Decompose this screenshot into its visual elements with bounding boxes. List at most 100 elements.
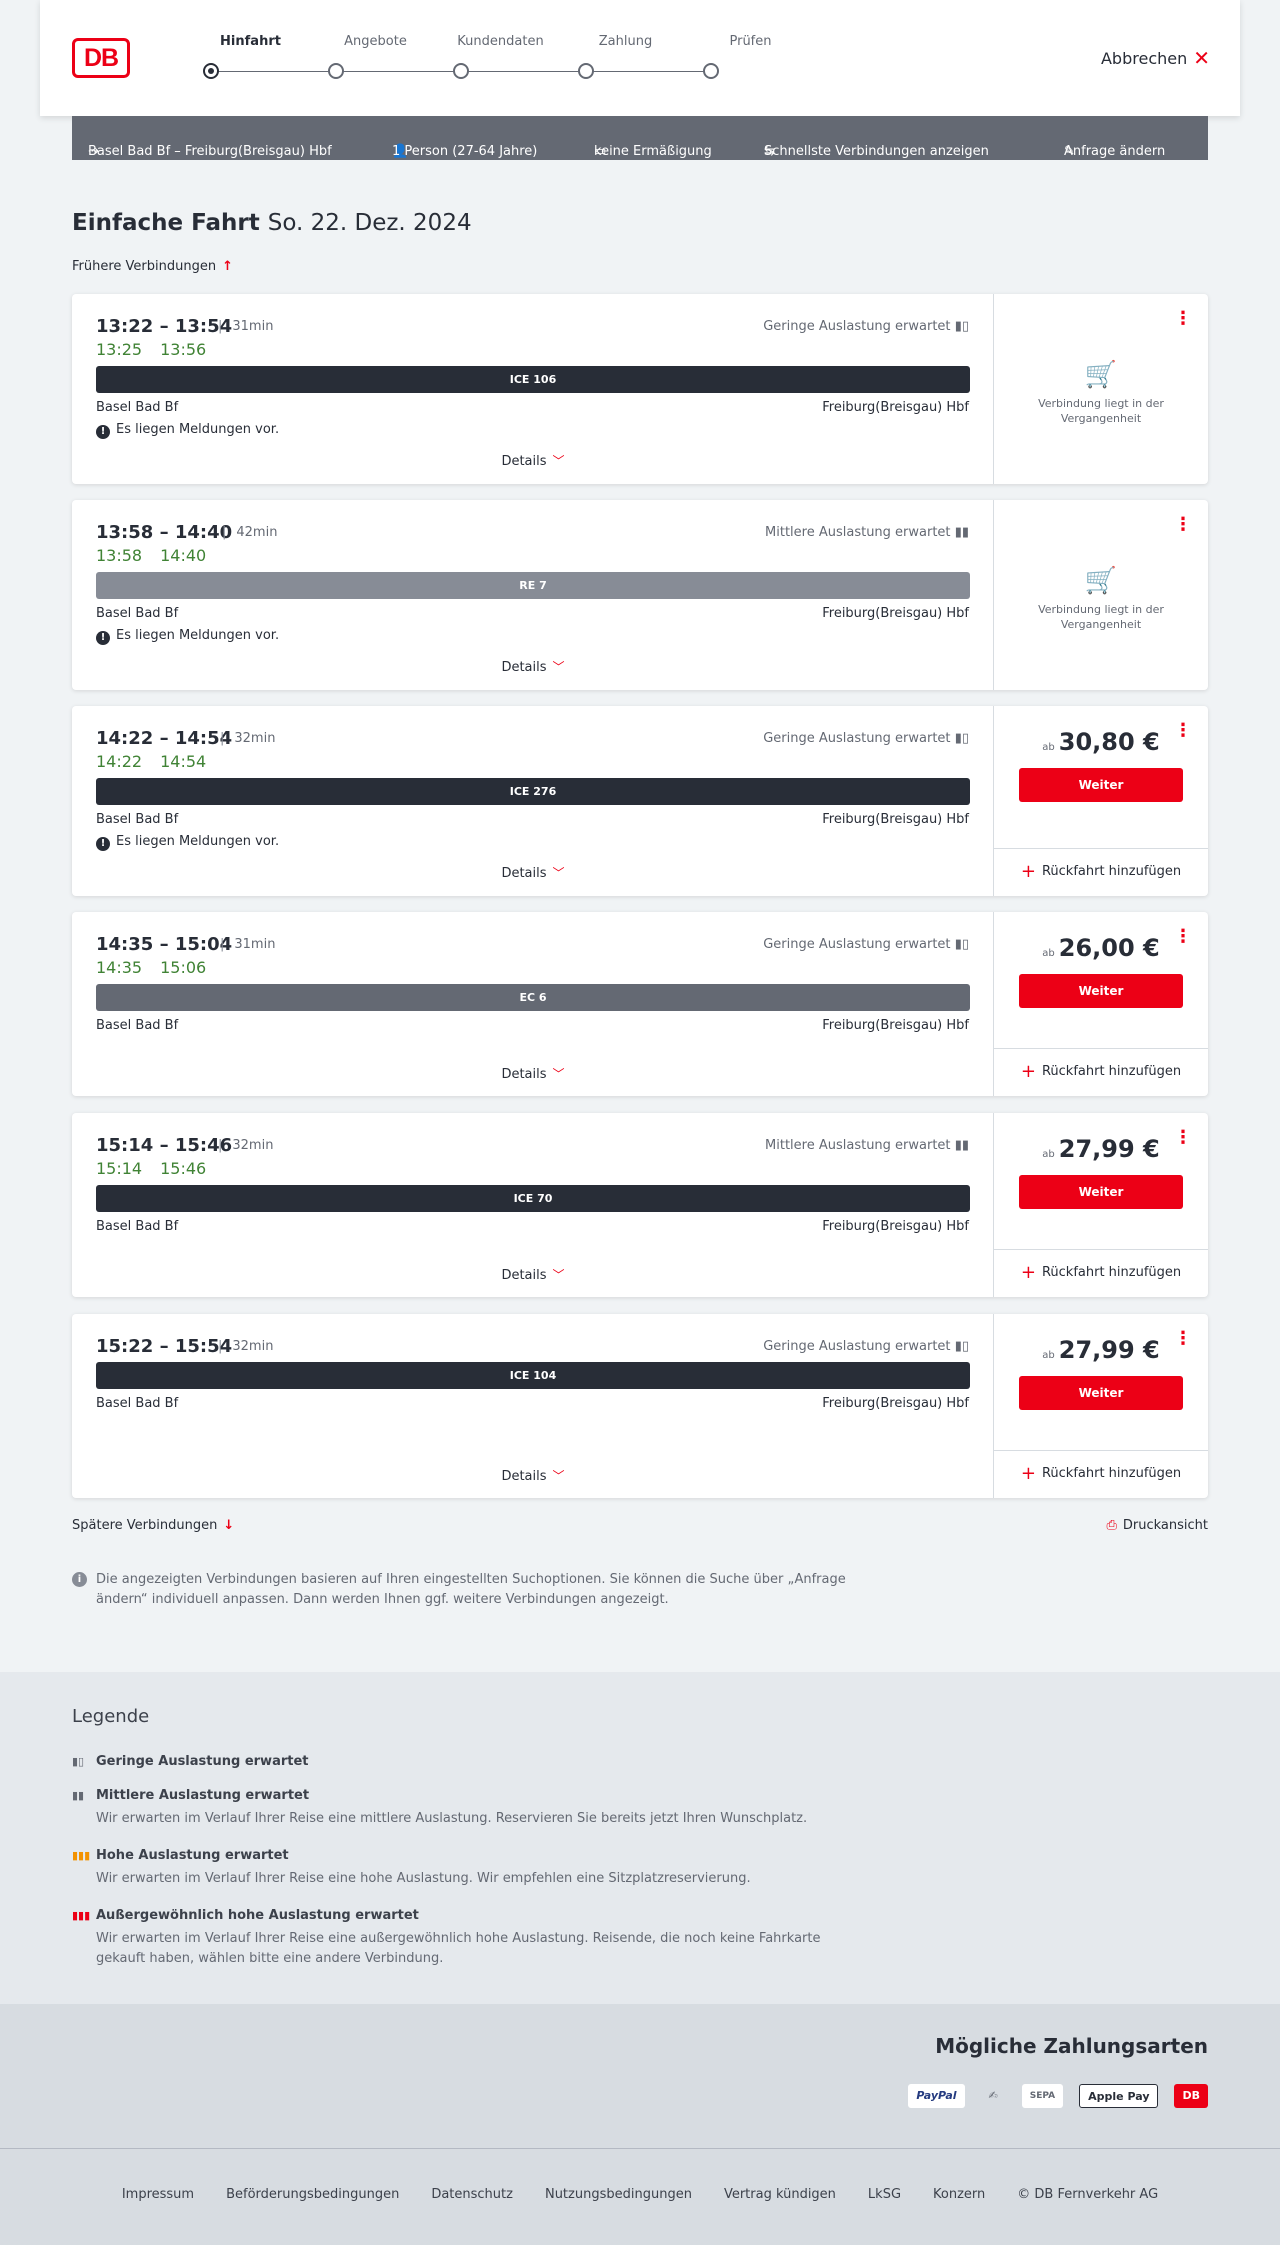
connection-details-area: 14:22 – 14:54 32min 14:22 14:54 Geringe A… <box>72 706 994 896</box>
realtime-times: 14:35 15:06 <box>96 958 206 977</box>
continue-button[interactable]: Weiter <box>1019 768 1183 802</box>
add-return-button[interactable]: + Rückfahrt hinzufügen <box>994 1249 1208 1297</box>
legend-item-title: Außergewöhnlich hohe Auslastung erwartet <box>96 1908 419 1923</box>
chevron-down-icon: ﹀ <box>552 1469 565 1483</box>
legend-item-title: Hohe Auslastung erwartet <box>96 1848 289 1863</box>
train-bar[interactable]: EC 6 <box>96 984 970 1011</box>
add-return-button[interactable]: + Rückfahrt hinzufügen <box>994 848 1208 896</box>
footer-link-nutzungsbedingungen[interactable]: Nutzungsbedingungen <box>545 2187 692 2202</box>
details-toggle[interactable]: Details ﹀ <box>72 1467 994 1484</box>
passenger-label: 1 Person (27-64 Jahre) <box>392 144 538 159</box>
train-bar[interactable]: ICE 276 <box>96 778 970 805</box>
realtime-arrival: 14:54 <box>160 752 207 771</box>
message-label: Es liegen Meldungen vor. <box>116 422 280 437</box>
legend-item: ▮▯ Geringe Auslastung erwartet <box>72 1754 872 1769</box>
realtime-arrival: 14:40 <box>160 546 207 565</box>
add-return-button[interactable]: + Rückfahrt hinzufügen <box>994 1450 1208 1498</box>
page-title: Einfache Fahrt So. 22. Dez. 2024 <box>72 210 472 236</box>
more-options-icon[interactable]: ⋮ <box>1174 1127 1192 1148</box>
add-return-label: Rückfahrt hinzufügen <box>1041 1064 1182 1079</box>
details-toggle[interactable]: Details ﹀ <box>72 1065 994 1082</box>
discount-label: keine Ermäßigung <box>594 144 712 159</box>
occupancy-medium-icon: ▮▮ <box>954 525 969 540</box>
connection-details-area: 15:22 – 15:54 32min Geringe Auslastung e… <box>72 1314 994 1498</box>
paypal-icon: PayPal <box>908 2084 965 2108</box>
train-bar[interactable]: ICE 70 <box>96 1185 970 1212</box>
change-query-label: Anfrage ändern <box>1064 144 1166 159</box>
footer-link-impressum[interactable]: Impressum <box>122 2187 194 2202</box>
legend-item: ▮▮ Mittlere Auslastung erwartet Wir erwar… <box>72 1788 872 1829</box>
more-options-icon[interactable]: ⋮ <box>1174 926 1192 947</box>
more-options-icon[interactable]: ⋮ <box>1174 514 1192 535</box>
details-label: Details <box>501 660 547 675</box>
add-return-label: Rückfahrt hinzufügen <box>1041 1466 1182 1481</box>
cancel-label: Abbrechen <box>1100 49 1188 68</box>
details-label: Details <box>501 1067 547 1082</box>
later-connections-link[interactable]: Spätere Verbindungen ↓ <box>72 1518 234 1533</box>
duration: 31min <box>218 319 273 334</box>
scheduled-times: 13:22 – 13:54 <box>96 316 233 337</box>
print-label: Druckansicht <box>1122 1518 1208 1533</box>
destination-station: Freiburg(Breisgau) Hbf <box>822 1396 969 1411</box>
info-text: Die angezeigten Verbindungen basieren au… <box>96 1572 846 1607</box>
details-label: Details <box>501 454 547 469</box>
details-toggle[interactable]: Details ﹀ <box>72 1266 994 1283</box>
realtime-times: 15:14 15:46 <box>96 1159 206 1178</box>
scheduled-times: 15:14 – 15:46 <box>96 1135 233 1156</box>
details-toggle[interactable]: Details ﹀ <box>72 452 994 469</box>
continue-button[interactable]: Weiter <box>1019 974 1183 1008</box>
continue-button[interactable]: Weiter <box>1019 1376 1183 1410</box>
continue-button[interactable]: Weiter <box>1019 1175 1183 1209</box>
chevron-down-icon: ﹀ <box>552 660 565 674</box>
add-return-label: Rückfahrt hinzufügen <box>1041 1265 1182 1280</box>
earlier-connections-link[interactable]: Frühere Verbindungen ↑ <box>72 259 233 274</box>
print-view-link[interactable]: ⎙ Druckansicht <box>1106 1518 1208 1533</box>
train-bar[interactable]: RE 7 <box>96 572 970 599</box>
fastest-label: Schnellste Verbindungen anzeigen <box>764 144 989 159</box>
step-zahlung: Zahlung <box>598 34 653 49</box>
realtime-departure: 15:14 <box>96 1159 143 1178</box>
trip-date: So. 22. Dez. 2024 <box>267 210 472 236</box>
printer-icon: ⎙ <box>1106 1518 1117 1533</box>
info-notice: i Die angezeigten Verbindungen basieren … <box>72 1570 852 1610</box>
destination-station: Freiburg(Breisgau) Hbf <box>822 606 969 621</box>
footer-link-vertrag-kuendigen[interactable]: Vertrag kündigen <box>724 2187 836 2202</box>
footer-link-befoerderungsbedingungen[interactable]: Beförderungsbedingungen <box>226 2187 399 2202</box>
train-bar[interactable]: ICE 106 <box>96 366 970 393</box>
occupancy-info: Geringe Auslastung erwartet ▮▯ <box>763 319 969 334</box>
add-return-button[interactable]: + Rückfahrt hinzufügen <box>994 1048 1208 1096</box>
more-options-icon[interactable]: ⋮ <box>1174 308 1192 329</box>
train-bar[interactable]: ICE 104 <box>96 1362 970 1389</box>
more-options-icon[interactable]: ⋮ <box>1174 1328 1192 1349</box>
cancel-button[interactable]: Abbrechen ✕ <box>1101 46 1210 70</box>
alert-icon: ! <box>96 425 110 439</box>
realtime-arrival: 15:06 <box>160 958 207 977</box>
payment-icons: PayPal ✍ SEPA Apple Pay DB <box>908 2084 1208 2108</box>
details-toggle[interactable]: Details ﹀ <box>72 864 994 881</box>
price-value: 27,99 € <box>1058 1135 1160 1163</box>
price-prefix: ab <box>1042 1350 1055 1361</box>
duration: 32min <box>220 731 275 746</box>
footer-link-konzern[interactable]: Konzern <box>933 2187 985 2202</box>
footer-link-datenschutz[interactable]: Datenschutz <box>431 2187 513 2202</box>
origin-station: Basel Bad Bf <box>96 606 179 621</box>
destination-station: Freiburg(Breisgau) Hbf <box>822 400 969 415</box>
details-toggle[interactable]: Details ﹀ <box>72 658 994 675</box>
scheduled-times: 13:58 – 14:40 <box>96 522 233 543</box>
destination-station: Freiburg(Breisgau) Hbf <box>822 1018 969 1033</box>
legend-section: Legende ▮▯ Geringe Auslastung erwartet ▮▮… <box>0 1672 1280 2004</box>
db-card-icon: DB <box>1174 2084 1208 2108</box>
footer-link-lksg[interactable]: LkSG <box>868 2187 901 2202</box>
connection-card: 13:22 – 13:54 31min 13:25 13:56 Geringe A… <box>72 294 1208 484</box>
db-logo[interactable]: DB <box>72 38 130 78</box>
cart-unavailable-icon: 🛒 <box>1084 360 1118 390</box>
details-label: Details <box>501 1268 547 1283</box>
connection-card: 15:14 – 15:46 32min 15:14 15:46 Mittlere … <box>72 1113 1208 1297</box>
chevron-down-icon: ﹀ <box>552 454 565 468</box>
arrow-up-icon: ↑ <box>222 259 233 274</box>
more-options-icon[interactable]: ⋮ <box>1174 720 1192 741</box>
scheduled-times: 14:22 – 14:54 <box>96 728 233 749</box>
connection-card: 14:22 – 14:54 32min 14:22 14:54 Geringe A… <box>72 706 1208 896</box>
origin-station: Basel Bad Bf <box>96 1018 179 1033</box>
destination-station: Freiburg(Breisgau) Hbf <box>822 1219 969 1234</box>
